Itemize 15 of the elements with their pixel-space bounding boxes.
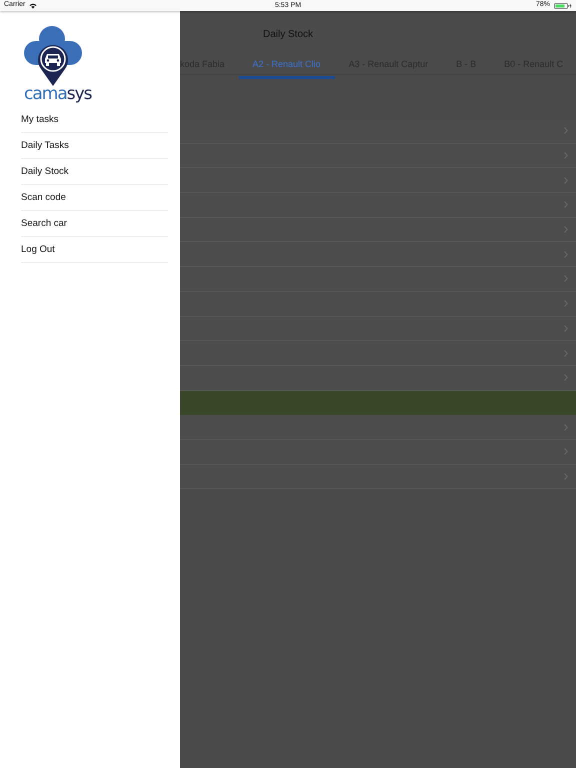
menu-item[interactable]: My tasks [21,107,168,133]
wifi-icon [29,2,38,8]
battery-icon [554,2,572,8]
highlighted-row[interactable] [180,390,576,416]
list-row[interactable] [180,144,576,168]
brand-name: camasys [24,86,92,103]
menu-item[interactable]: Log Out [21,237,168,263]
logo-icon [24,26,82,86]
page-title: Daily Stock [262,28,314,42]
list-row[interactable] [180,316,576,342]
menu-item[interactable]: Scan code [21,185,168,211]
menu-item[interactable]: Daily Stock [21,159,168,185]
list-row[interactable] [180,464,576,490]
menu-item[interactable]: Daily Tasks [21,133,168,159]
menu-item[interactable]: Search car [21,211,168,237]
